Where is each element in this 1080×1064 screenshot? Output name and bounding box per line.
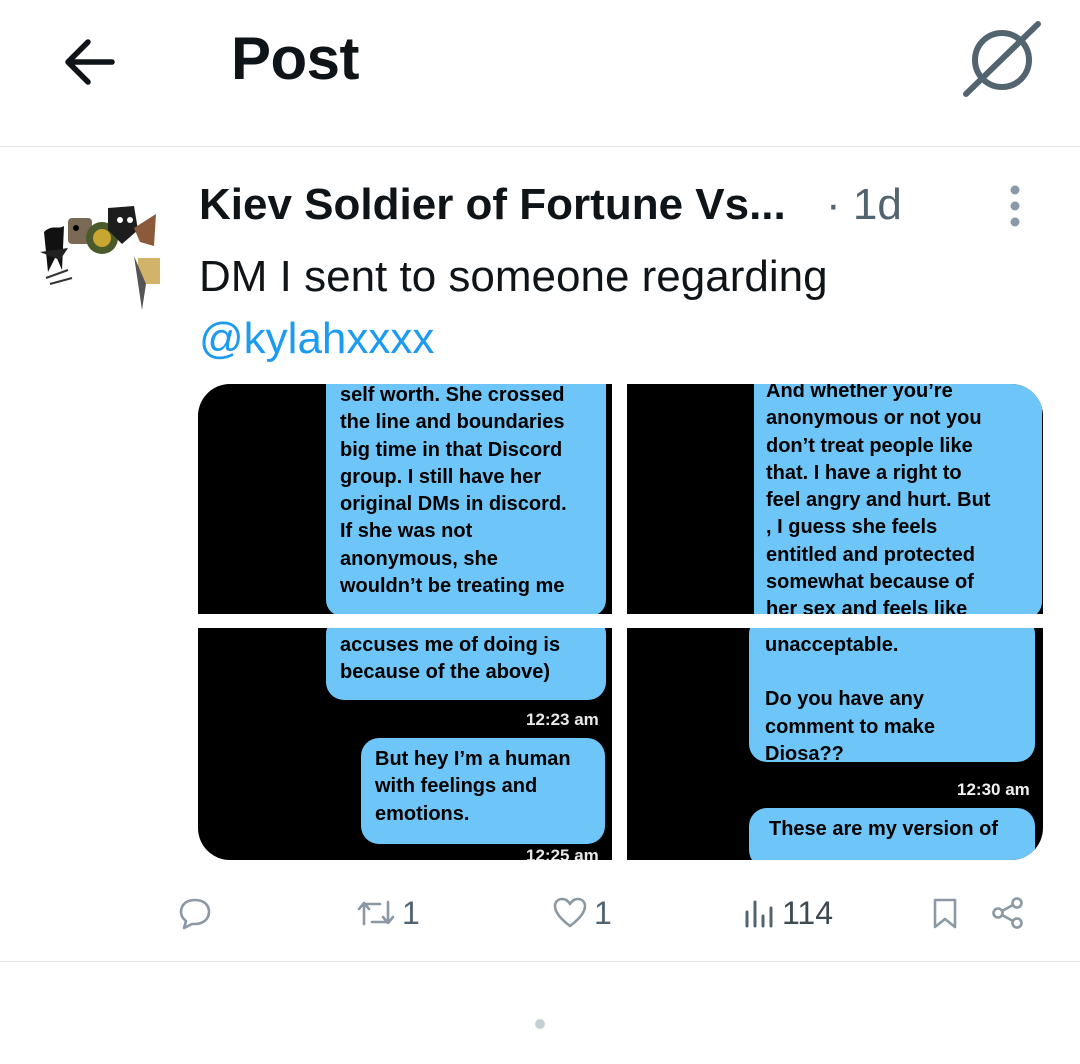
author-avatar[interactable] [38,200,162,310]
reply-button[interactable] [178,880,212,946]
comment-icon [179,898,211,930]
message-line: the line and boundaries [340,411,565,434]
back-button[interactable] [60,34,120,90]
message-time: 12:25 am [526,846,599,860]
message-time: 12:30 am [957,780,1030,799]
message-line: And whether you’re [766,384,953,402]
media-image-2[interactable]: And whether you’re anonymous or not you … [627,384,1043,614]
action-bar: 1 1 114 [0,880,1080,946]
message-bubble: These are my version of [749,808,1035,860]
author-name[interactable]: Kiev Soldier of Fortune Vs... [199,180,786,230]
repost-button[interactable]: 1 [356,880,420,946]
media-image-1[interactable]: self worth. She crossed the line and bou… [198,384,612,614]
arrow-left-icon [65,39,115,85]
views-button[interactable]: 114 [742,880,833,946]
top-bar: Post [0,0,1080,147]
heart-icon [553,897,587,928]
message-line: anonymous or not you [766,407,982,430]
analytics-icon [745,900,773,928]
grok-button[interactable] [962,20,1044,98]
message-line: her sex and feels like [766,598,968,614]
message-line: , I guess she feels [766,516,938,539]
repost-count: 1 [402,894,420,931]
message-line: Diosa?? [765,742,844,765]
message-line: emotions. [375,802,470,825]
message-line: comment to make [765,715,936,738]
message-line [765,659,1021,686]
post-timestamp[interactable]: · 1d [826,180,902,230]
message-line: entitled and protected [766,543,975,566]
like-button[interactable]: 1 [552,880,612,946]
message-line: If she was not [340,520,473,543]
message-line: But hey I’m a human [375,748,571,770]
message-line: group. I still have her [340,465,542,488]
message-bubble: But hey I’m a human with feelings and em… [361,738,605,844]
message-line: Do you have any [765,688,924,711]
message-line: big time in that Discord [340,438,563,461]
grok-icon [963,21,1041,97]
media-image-3[interactable]: accuses me of doing is because of the ab… [198,628,612,860]
repost-icon [357,900,395,926]
loading-indicator [535,1019,545,1029]
media-grid: self worth. She crossed the line and bou… [198,384,1043,860]
message-line: feel angry and hurt. But [766,489,991,512]
more-options-button[interactable] [1005,184,1025,230]
message-bubble: self worth. She crossed the line and bou… [326,384,606,614]
message-line: These are my version of [769,818,998,840]
message-bubble: And whether you’re anonymous or not you … [754,384,1042,614]
message-line: somewhat because of [766,571,974,594]
mention-link[interactable]: @kylahxxxx [199,308,1049,370]
message-bubble: accuses me of doing is because of the ab… [326,628,606,700]
message-line: unacceptable. [765,634,899,656]
page-title: Post [231,25,360,92]
message-bubble: unacceptable. Do you have any comment to… [749,628,1035,765]
view-count: 114 [782,894,834,931]
post-body: DM I sent to someone regarding [199,252,828,301]
bookmark-button[interactable] [930,880,960,946]
message-line: anonymous, she [340,547,498,570]
message-line: accuses me of doing is [340,634,561,656]
message-line: self worth. She crossed [340,384,565,406]
message-line: original DMs in discord. [340,493,567,516]
share-button[interactable] [990,880,1026,946]
more-vertical-icon [1010,185,1020,227]
divider [0,961,1080,962]
message-line: don’t treat people like [766,434,973,457]
post-text: DM I sent to someone regarding @kylahxxx… [199,246,1049,370]
like-count: 1 [594,894,612,931]
message-line: wouldn’t be treating me [340,575,565,598]
message-line: with feelings and [375,775,538,798]
message-time: 12:23 am [526,710,599,729]
message-line: that. I have a right to [766,461,962,484]
message-line: because of the above) [340,661,551,684]
share-icon [992,897,1023,929]
media-image-4[interactable]: unacceptable. Do you have any comment to… [627,628,1043,860]
bookmark-icon [933,898,957,929]
